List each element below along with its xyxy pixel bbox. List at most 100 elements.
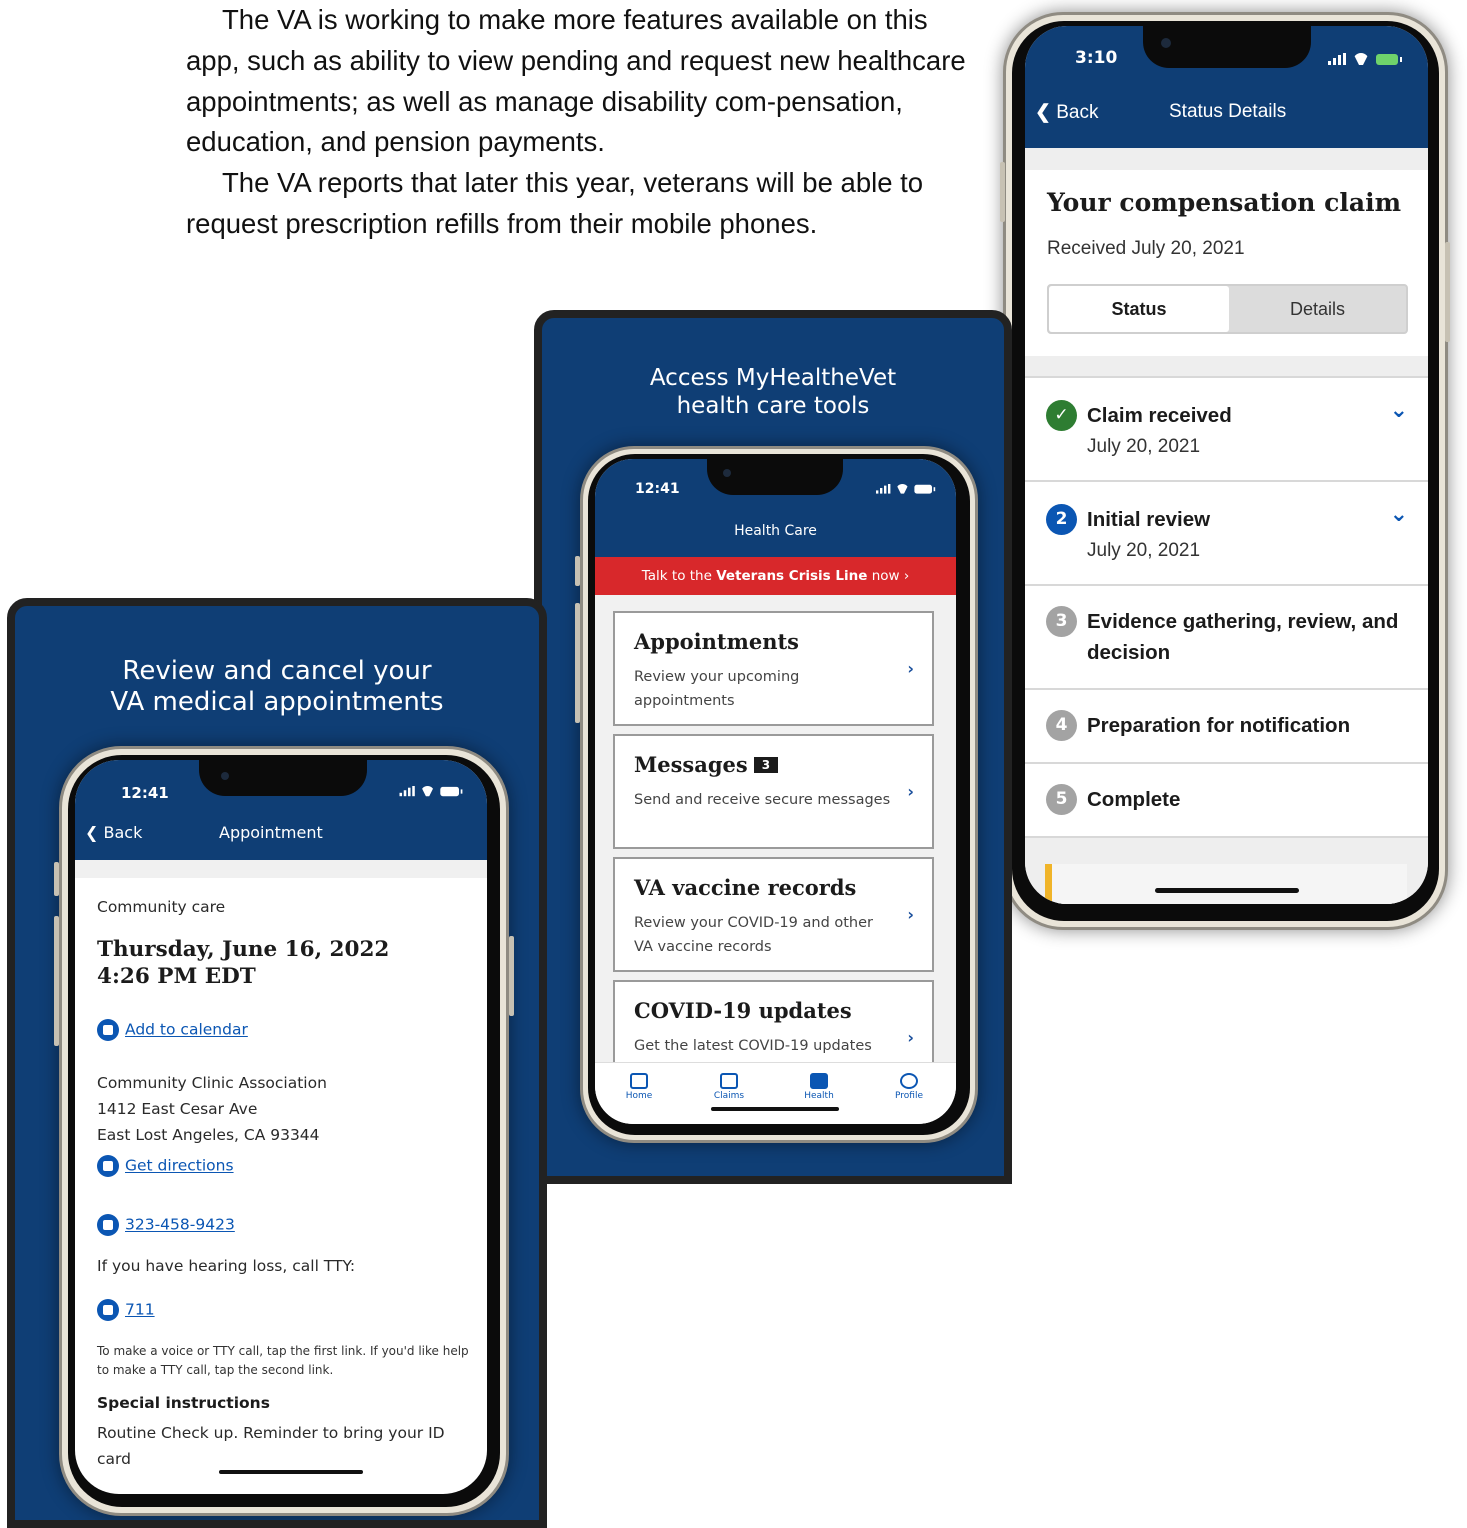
item-desc: Review your upcoming appointments <box>634 669 800 709</box>
health-card: Access MyHealtheVet health care tools 12… <box>534 310 1012 1184</box>
item-title: VA vaccine records <box>634 875 857 900</box>
check-icon: ✓ <box>1046 400 1077 431</box>
divider-band <box>75 860 487 878</box>
step-claim-received[interactable]: ✓ Claim received July 20, 2021 ⌄ <box>1025 378 1428 482</box>
step-date: July 20, 2021 <box>1087 540 1201 561</box>
status-time: 12:41 <box>635 481 680 497</box>
notch <box>199 760 367 796</box>
tty-number: 711 <box>125 1300 155 1319</box>
home-indicator <box>219 1470 363 1474</box>
home-icon <box>630 1073 648 1089</box>
crisis-line-banner[interactable]: Talk to the Veterans Crisis Line now › <box>595 557 956 595</box>
side-button <box>1445 242 1450 342</box>
list-item-vaccine-records[interactable]: VA vaccine records Review your COVID-19 … <box>613 857 934 972</box>
title-line: Review and cancel your <box>122 656 432 686</box>
chevron-right-icon: › <box>907 659 914 678</box>
chevron-right-icon: › <box>907 905 914 924</box>
article-text: The VA is working to make more features … <box>186 0 986 245</box>
signal-icon <box>1328 53 1346 65</box>
side-button <box>1000 162 1005 222</box>
crisis-link: Veterans Crisis Line <box>716 568 868 584</box>
unread-badge: 3 <box>753 757 779 773</box>
info-alert <box>1045 864 1407 904</box>
item-title: COVID-19 updates <box>634 998 852 1023</box>
step-title: Evidence gathering, review, and <box>1087 610 1399 633</box>
nav-title: Appointment <box>219 823 323 842</box>
title-line: VA medical appointments <box>110 687 444 717</box>
item-desc: Send and receive secure messages <box>634 792 891 808</box>
phone-link[interactable]: 323-458-9423 <box>97 1214 471 1236</box>
step-complete: 5 Complete <box>1025 764 1428 838</box>
tab-label: Health <box>804 1091 834 1101</box>
status-time: 12:41 <box>121 784 169 802</box>
claim-screen: 3:10 ❮ Back Status Details Your compensa… <box>1025 26 1428 904</box>
list-item-appointments[interactable]: Appointments Review your upcoming appoin… <box>613 611 934 726</box>
tty-link[interactable]: 711 <box>97 1299 471 1321</box>
tab-details[interactable]: Details <box>1229 286 1406 332</box>
battery-icon <box>914 484 936 494</box>
tab-label: Profile <box>895 1091 923 1101</box>
step-date: July 20, 2021 <box>1087 436 1201 457</box>
back-label: Back <box>103 823 143 842</box>
back-button[interactable]: ❮ Back <box>85 823 142 842</box>
directions-icon <box>97 1155 119 1177</box>
tab-home[interactable]: Home <box>609 1073 669 1101</box>
step-number: 2 <box>1046 504 1077 535</box>
tty-text: If you have hearing loss, call TTY: <box>97 1257 356 1275</box>
divider-band <box>1025 148 1428 170</box>
claim-phone: 3:10 ❮ Back Status Details Your compensa… <box>1000 12 1450 930</box>
tab-profile[interactable]: Profile <box>879 1073 939 1101</box>
step-title: Preparation for notification <box>1087 714 1351 737</box>
battery-icon <box>1376 54 1402 65</box>
appointment-time: 4:26 PM EDT <box>97 964 256 989</box>
step-number: 3 <box>1046 606 1077 637</box>
appointment-screen: 12:41 ❮ Back Appointment Community care … <box>75 760 487 1494</box>
crisis-suffix: now › <box>871 568 910 584</box>
tab-claims[interactable]: Claims <box>699 1073 759 1101</box>
back-button[interactable]: ❮ Back <box>1035 101 1098 124</box>
appointment-card: Review and cancel your VA medical appoin… <box>7 598 547 1528</box>
segmented-control: Status Details <box>1047 284 1408 334</box>
content-list: Appointments Review your upcoming appoin… <box>595 595 956 1080</box>
step-title: Complete <box>1087 788 1181 811</box>
side-button <box>575 603 580 723</box>
list-item-messages[interactable]: Messages 3 Send and receive secure messag… <box>613 734 934 849</box>
get-directions-link[interactable]: Get directions <box>97 1155 471 1177</box>
get-directions-label: Get directions <box>125 1156 234 1175</box>
step-title: Claim received <box>1087 404 1232 427</box>
profile-icon <box>900 1073 918 1089</box>
special-instructions-text: Routine Check up. Reminder to bring your… <box>97 1424 445 1468</box>
chevron-left-icon: ❮ <box>1035 102 1051 123</box>
step-number: 5 <box>1046 784 1077 815</box>
claim-heading: Your compensation claim <box>1047 188 1402 217</box>
chevron-down-icon[interactable]: ⌄ <box>1390 398 1408 423</box>
notch <box>707 459 843 495</box>
status-icons <box>1328 53 1402 65</box>
special-instructions-heading: Special instructions <box>97 1394 270 1412</box>
tty-icon <box>97 1299 119 1321</box>
signal-icon <box>876 484 891 494</box>
appointment-type: Community care <box>97 898 226 916</box>
calendar-icon <box>97 1019 119 1041</box>
crisis-prefix: Talk to the <box>641 568 712 584</box>
step-preparation: 4 Preparation for notification <box>1025 690 1428 764</box>
document-icon <box>720 1073 738 1089</box>
side-button <box>509 936 514 1016</box>
tab-label: Claims <box>713 1091 745 1101</box>
nav-title: Health Care <box>734 523 817 539</box>
back-label: Back <box>1056 102 1099 123</box>
step-initial-review[interactable]: 2 Initial review July 20, 2021 ⌄ <box>1025 482 1428 586</box>
health-screen: 12:41 Health Care Talk to the Veterans C… <box>595 459 956 1124</box>
health-card-title: Access MyHealtheVet health care tools <box>542 364 1004 420</box>
step-evidence: 3 Evidence gathering, review, and decisi… <box>1025 586 1428 690</box>
tab-health[interactable]: Health <box>789 1073 849 1101</box>
tab-status[interactable]: Status <box>1049 286 1229 332</box>
clinic-address: Community Clinic Association 1412 East C… <box>97 1070 471 1148</box>
add-to-calendar-link[interactable]: Add to calendar <box>97 1019 471 1041</box>
chevron-down-icon[interactable]: ⌄ <box>1390 502 1408 527</box>
nav-title: Status Details <box>1169 101 1287 122</box>
tab-bar: Home Claims Health Profile <box>595 1062 956 1124</box>
article-paragraph-2: The VA reports that later this year, vet… <box>186 167 924 239</box>
phone-number: 323-458-9423 <box>125 1215 235 1234</box>
tab-label: Home <box>625 1091 653 1101</box>
